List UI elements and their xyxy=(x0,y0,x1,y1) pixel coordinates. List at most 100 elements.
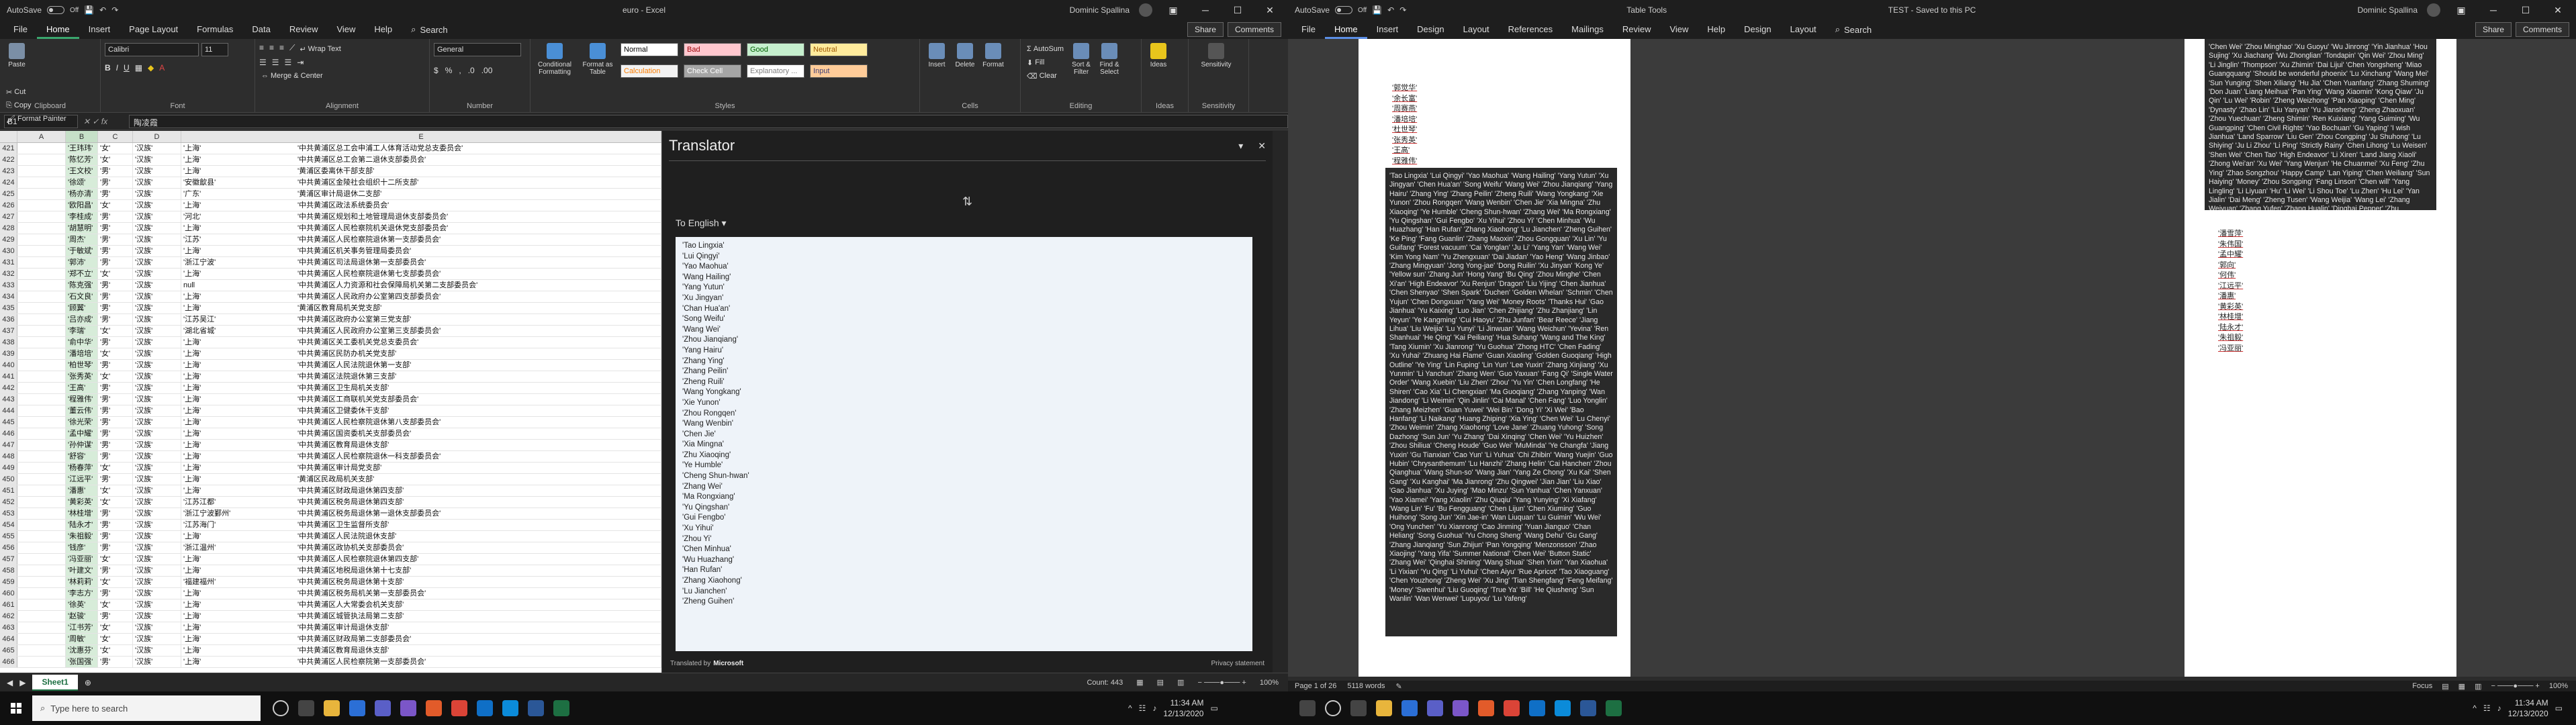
cell-name[interactable]: '于敏斌' xyxy=(66,246,98,256)
table-row[interactable]: 423 '王文校' '男' '汉族' '上海' '黄浦区委离休干部支部' xyxy=(0,166,661,177)
taskbar-search[interactable]: ⌕ Type here to search xyxy=(32,695,261,721)
word-tab-references[interactable]: References xyxy=(1499,20,1562,39)
clear-button[interactable]: ⌫ Clear xyxy=(1025,70,1066,82)
cell-origin[interactable]: '上海' xyxy=(181,360,661,371)
word-comments-button[interactable]: Comments xyxy=(2515,22,2569,37)
table-row[interactable]: 454 '陆永才' '男' '汉族' '江苏海门' '中共黄浦区卫生监督所支部' xyxy=(0,520,661,531)
cell-name[interactable]: '周敏' xyxy=(66,634,98,644)
cell-gender[interactable]: '男' xyxy=(98,508,133,519)
excel-tab-formulas[interactable]: Formulas xyxy=(187,20,242,39)
cell-gender[interactable]: '男' xyxy=(98,223,133,234)
row-number[interactable]: 438 xyxy=(0,337,17,348)
privacy-link[interactable]: Privacy statement xyxy=(1211,660,1264,667)
cell-a[interactable] xyxy=(17,520,66,530)
cell-a[interactable] xyxy=(17,200,66,211)
cell-gender[interactable]: '男' xyxy=(98,405,133,416)
cell-a[interactable] xyxy=(17,508,66,519)
mail-icon-2[interactable] xyxy=(1401,700,1418,716)
indent-icon[interactable]: ⇥ xyxy=(297,58,304,67)
row-number[interactable]: 447 xyxy=(0,440,17,450)
align-center-icon[interactable]: ☰ xyxy=(272,58,279,67)
word-icon-2[interactable] xyxy=(1580,700,1596,716)
cell-a[interactable] xyxy=(17,303,66,313)
cell-origin[interactable]: '上海' xyxy=(181,554,661,565)
read-mode-icon[interactable]: ▤ xyxy=(2442,682,2448,691)
cell-gender[interactable]: '女' xyxy=(98,599,133,610)
cell-name[interactable]: '舒容' xyxy=(66,451,98,462)
volume-icon-2[interactable]: ♪ xyxy=(2497,704,2501,713)
cell-organization[interactable]: '中共黄浦区人民政府办公室第三支部委员会' xyxy=(295,326,441,337)
start-button-2[interactable] xyxy=(1299,700,1316,716)
table-row[interactable]: 428 '胡慧明' '男' '汉族' '上海' '中共黄浦区人民检察院机关退休党支部委员会… xyxy=(0,223,661,234)
cell-a[interactable] xyxy=(17,246,66,256)
row-number[interactable]: 455 xyxy=(0,531,17,542)
cell-a[interactable] xyxy=(17,588,66,599)
onenote-icon-2[interactable] xyxy=(1453,700,1469,716)
conditional-formatting-button[interactable]: Conditional Formatting xyxy=(535,43,575,83)
cell-gender[interactable]: '男' xyxy=(98,166,133,177)
format-as-table-button[interactable]: Format as Table xyxy=(578,43,618,83)
cell-organization[interactable]: '中共黄浦区国资委机关支部委员会' xyxy=(295,428,411,440)
cell-name[interactable]: '林桂增' xyxy=(66,508,98,519)
align-top-icon[interactable]: ≡ xyxy=(259,43,264,55)
cell-name[interactable]: '周杰' xyxy=(66,234,98,245)
mail-icon[interactable] xyxy=(349,700,365,716)
table-row[interactable]: 456 '钱彦' '男' '汉族' '浙江温州' '中共黄浦区政协机关支部委员会' xyxy=(0,542,661,554)
table-row[interactable]: 445 '徐光荣' '男' '汉族' '上海' '中共黄浦区人民检察院退休第八支部委员会' xyxy=(0,417,661,428)
row-number[interactable]: 421 xyxy=(0,143,17,154)
word-minimize-icon[interactable]: ─ xyxy=(2482,5,2505,15)
word-tab-review[interactable]: Review xyxy=(1613,20,1661,39)
comments-button[interactable]: Comments xyxy=(1227,22,1281,37)
cell-name[interactable]: '欧阳昌' xyxy=(66,200,98,211)
cell-origin[interactable]: '福建福州' xyxy=(181,577,661,587)
row-number[interactable]: 432 xyxy=(0,269,17,279)
cell-organization[interactable]: '中共黄浦区工商联机关党支部委员会' xyxy=(295,394,418,405)
cell-name[interactable]: '沈惠芬' xyxy=(66,645,98,656)
cell-origin[interactable]: '上海' xyxy=(181,200,661,211)
cut-button[interactable]: ✂ Cut xyxy=(4,86,68,98)
cell-name[interactable]: '张秀英' xyxy=(66,371,98,382)
cell-gender[interactable]: '男' xyxy=(98,360,133,371)
cell-origin[interactable]: '上海' xyxy=(181,611,661,622)
cell-name[interactable]: '黄彩英' xyxy=(66,497,98,508)
minimize-icon[interactable]: ─ xyxy=(1194,5,1217,15)
cell-a[interactable] xyxy=(17,634,66,644)
cell-name[interactable]: '石文良' xyxy=(66,291,98,302)
fill-button[interactable]: ⬇ Fill xyxy=(1025,56,1066,68)
chrome-icon-2[interactable] xyxy=(1504,700,1520,716)
cell-organization[interactable]: '中共黄浦区政府办公室第三党支部' xyxy=(295,314,411,326)
cell-ethnicity[interactable]: '汉族' xyxy=(133,257,181,268)
cell-a[interactable] xyxy=(17,657,66,667)
cell-gender[interactable]: '女' xyxy=(98,348,133,359)
page-count[interactable]: Page 1 of 26 xyxy=(1295,682,1336,690)
fx-icon[interactable]: ✕ ✓ fx xyxy=(83,117,124,126)
add-sheet-icon[interactable]: ⊕ xyxy=(85,678,91,687)
next-sheet-icon[interactable]: ▶ xyxy=(19,678,26,687)
cell-name[interactable]: '吕亦成' xyxy=(66,314,98,325)
cell-ethnicity[interactable]: '汉族' xyxy=(133,508,181,519)
view-normal-icon[interactable]: ▦ xyxy=(1136,678,1143,687)
pane-options-icon[interactable]: ▾ xyxy=(1238,140,1243,152)
cell-gender[interactable]: '男' xyxy=(98,657,133,667)
cell-ethnicity[interactable]: '汉族' xyxy=(133,531,181,542)
cell-gender[interactable]: '男' xyxy=(98,383,133,393)
cell-ethnicity[interactable]: '汉族' xyxy=(133,223,181,234)
cell-organization[interactable]: '中共黄浦区机关事务管理局委员会' xyxy=(295,246,411,257)
cell-gender[interactable]: '男' xyxy=(98,246,133,256)
cell-gender[interactable]: '女' xyxy=(98,634,133,644)
row-number[interactable]: 434 xyxy=(0,291,17,302)
cell-origin[interactable]: '上海' xyxy=(181,599,661,610)
table-row[interactable]: 421 '王玮玮' '女' '汉族' '上海' '中共黄浦区总工会申浦工人体育活动党总支委… xyxy=(0,143,661,154)
excel-tab-help[interactable]: Help xyxy=(365,20,402,39)
cell-origin[interactable]: '江苏海门' xyxy=(181,520,661,530)
percent-icon[interactable]: % xyxy=(445,66,453,75)
cell-name[interactable]: '徐颂' xyxy=(66,177,98,188)
cell-organization[interactable]: '中共黄浦区总工会申浦工人体育活动党总支委员会' xyxy=(295,143,463,154)
cell-organization[interactable]: '中共黄浦区税务局机关第一支部委员会' xyxy=(295,588,426,599)
table-row[interactable]: 450 '江远平' '男' '汉族' '上海' '黄浦区民政局机关支部' xyxy=(0,474,661,485)
orientation-icon[interactable]: ⟋ xyxy=(289,43,295,55)
cell-gender[interactable]: '女' xyxy=(98,154,133,165)
row-number[interactable]: 440 xyxy=(0,360,17,371)
table-row[interactable]: 455 '朱祖毅' '男' '汉族' '上海' '中共黄浦区人民法院退休支部' xyxy=(0,531,661,542)
excel-tab-page-layout[interactable]: Page Layout xyxy=(120,20,187,39)
